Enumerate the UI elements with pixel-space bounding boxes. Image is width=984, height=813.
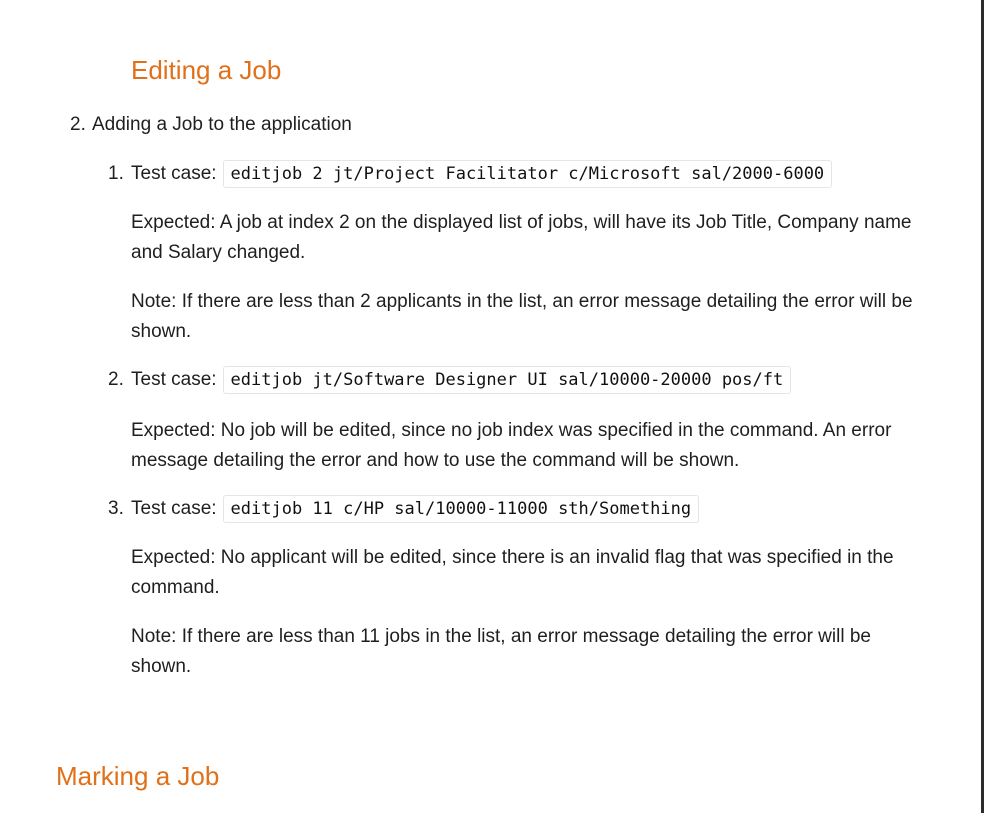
expected-text: Expected: A job at index 2 on the displa… [131, 212, 912, 263]
test-case-number: 2. [108, 369, 124, 390]
note-text: Note: If there are less than 11 jobs in … [131, 626, 871, 677]
list-item-label: Adding a Job to the application [92, 114, 352, 135]
expected-text: Expected: No applicant will be edited, s… [131, 547, 894, 598]
command-code: editjob 2 jt/Project Facilitator c/Micro… [222, 160, 833, 188]
command-code: editjob jt/Software Designer UI sal/1000… [222, 366, 792, 394]
test-case-label: Test case: [131, 163, 217, 184]
expected-text: Expected: No job will be edited, since n… [131, 420, 892, 471]
command-code: editjob 11 c/HP sal/10000-11000 sth/Some… [222, 495, 700, 523]
ordered-list-level-1: 2. Adding a Job to the application [70, 113, 930, 137]
list-item-number: 2. [70, 114, 86, 135]
test-case-1: 1. Test case: editjob 2 jt/Project Facil… [108, 160, 923, 188]
section-heading-editing-a-job: Editing a Job [131, 55, 282, 85]
note-text: Note: If there are less than 2 applicant… [131, 291, 913, 342]
test-case-number: 1. [108, 163, 124, 184]
test-case-label: Test case: [131, 498, 217, 519]
list-item: 2. Adding a Job to the application [70, 113, 930, 137]
section-heading-marking-a-job: Marking a Job [56, 761, 220, 791]
test-case-number: 3. [108, 498, 124, 519]
test-case-label: Test case: [131, 369, 217, 390]
test-case-2: 2. Test case: editjob jt/Software Design… [108, 366, 923, 394]
test-case-3: 3. Test case: editjob 11 c/HP sal/10000-… [108, 495, 923, 523]
